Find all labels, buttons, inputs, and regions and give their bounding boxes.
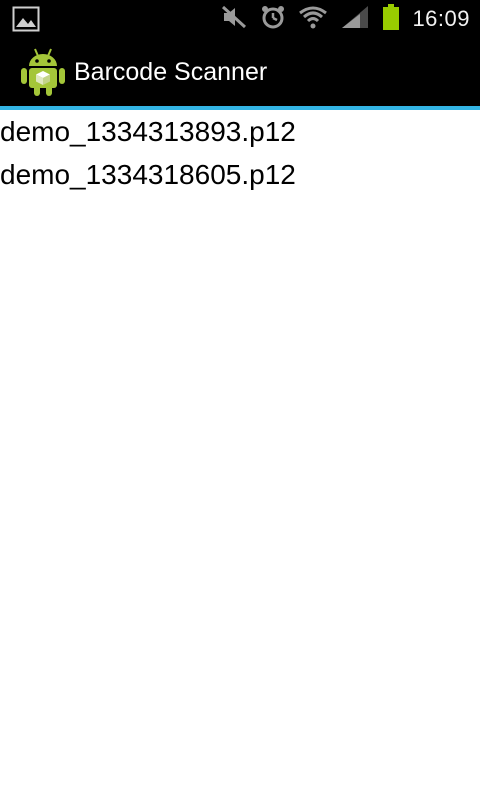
list-item[interactable]: demo_1334313893.p12	[0, 110, 480, 153]
signal-icon	[340, 4, 370, 35]
gallery-notification-icon	[12, 6, 40, 36]
alarm-icon	[260, 4, 286, 35]
status-bar: 16:09	[0, 0, 480, 38]
wifi-icon	[298, 4, 328, 35]
action-bar: Barcode Scanner	[0, 38, 480, 106]
mute-icon	[220, 4, 248, 35]
app-title: Barcode Scanner	[74, 57, 268, 86]
status-time: 16:09	[412, 6, 470, 31]
file-list: demo_1334313893.p12 demo_1334318605.p12	[0, 110, 480, 196]
list-item[interactable]: demo_1334318605.p12	[0, 153, 480, 196]
android-robot-icon[interactable]	[20, 47, 66, 97]
battery-icon	[382, 3, 400, 36]
